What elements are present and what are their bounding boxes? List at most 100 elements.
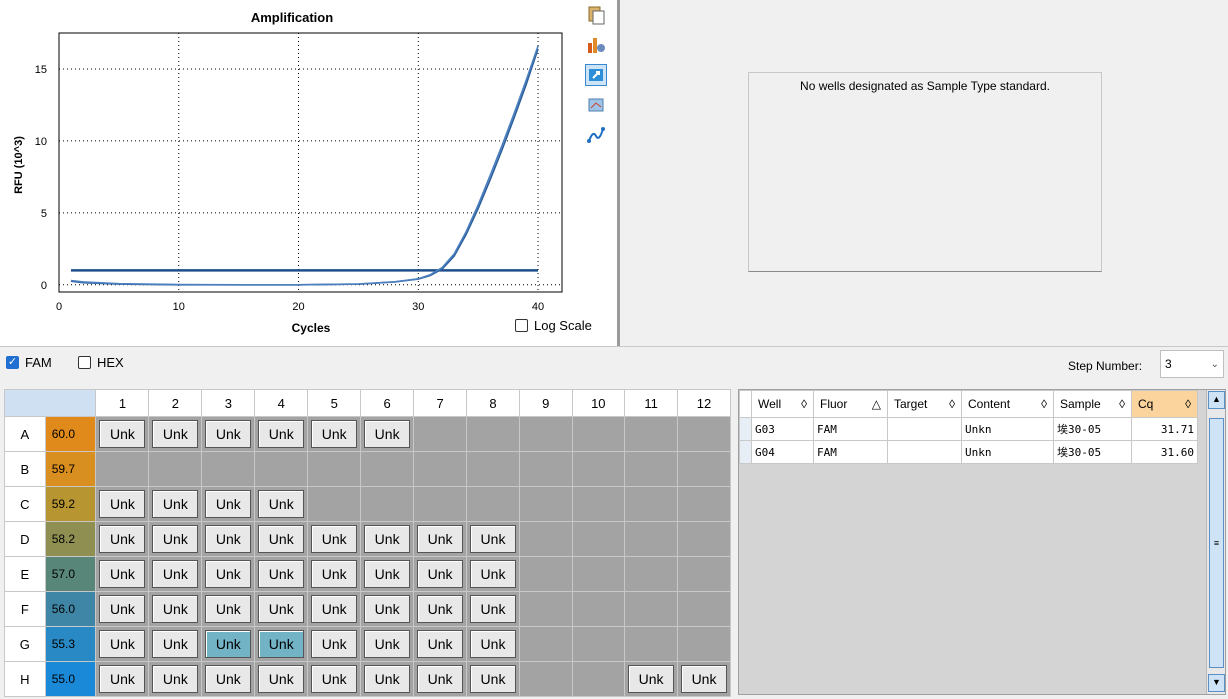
plate-well[interactable]: Unk [148, 626, 203, 662]
well-content[interactable]: Unk [99, 595, 146, 623]
plate-well[interactable]: Unk [254, 486, 309, 522]
fluor-hex-checkbox[interactable]: HEX [78, 355, 124, 370]
plate-well[interactable] [571, 591, 626, 627]
plate-well[interactable]: Unk [254, 661, 309, 697]
plate-well[interactable] [413, 451, 468, 487]
plate-well[interactable]: Unk [307, 661, 362, 697]
plate-row-header[interactable]: C [4, 486, 46, 522]
well-content[interactable]: Unk [311, 595, 358, 623]
plate-well[interactable]: Unk [307, 416, 362, 452]
well-content[interactable]: Unk [311, 665, 358, 693]
plate-column-header[interactable]: 9 [518, 389, 573, 417]
plate-well[interactable] [518, 486, 573, 522]
well-content[interactable]: Unk [99, 665, 146, 693]
plate-well[interactable] [413, 486, 468, 522]
well-content[interactable]: Unk [258, 490, 305, 518]
well-content[interactable]: Unk [470, 595, 516, 623]
well-content[interactable]: Unk [205, 630, 252, 658]
plate-well[interactable] [518, 591, 573, 627]
plate-row-header[interactable]: H [4, 661, 46, 697]
plate-well[interactable]: Unk [95, 626, 150, 662]
plate-well[interactable] [466, 451, 520, 487]
plate-well[interactable]: Unk [148, 556, 203, 592]
plate-well[interactable] [677, 451, 731, 487]
plate-well[interactable] [571, 486, 626, 522]
plate-well[interactable]: Unk [95, 416, 150, 452]
plate-column-header[interactable]: 10 [571, 389, 626, 417]
plate-well[interactable] [624, 626, 679, 662]
log-scale-checkbox[interactable]: Log Scale [515, 318, 592, 333]
well-content[interactable]: Unk [470, 630, 516, 658]
well-content[interactable]: Unk [417, 525, 464, 553]
plate-well[interactable] [677, 626, 731, 662]
plate-well[interactable] [518, 556, 573, 592]
plate-well[interactable] [307, 486, 362, 522]
well-content[interactable]: Unk [258, 595, 305, 623]
plate-well[interactable]: Unk [148, 591, 203, 627]
plate-well[interactable]: Unk [254, 556, 309, 592]
well-content[interactable]: Unk [681, 665, 728, 693]
well-content[interactable]: Unk [99, 525, 146, 553]
plate-well[interactable] [624, 521, 679, 557]
plate-well[interactable]: Unk [466, 661, 520, 697]
plate-row-header[interactable]: F [4, 591, 46, 627]
plate-well[interactable] [413, 416, 468, 452]
plate-well[interactable]: Unk [201, 416, 256, 452]
plate-well[interactable]: Unk [466, 556, 520, 592]
well-content[interactable]: Unk [258, 560, 305, 588]
well-content[interactable]: Unk [258, 420, 305, 448]
plate-well[interactable]: Unk [148, 486, 203, 522]
plate-column-header[interactable]: 7 [413, 389, 468, 417]
plate-well[interactable] [677, 486, 731, 522]
plate-well[interactable]: Unk [677, 661, 731, 697]
plate-well[interactable] [624, 486, 679, 522]
well-content[interactable]: Unk [99, 560, 146, 588]
well-content[interactable]: Unk [364, 560, 411, 588]
well-content[interactable]: Unk [417, 560, 464, 588]
column-header-content[interactable]: Content ◊ [961, 390, 1054, 418]
zoom-chart-icon[interactable] [585, 94, 607, 116]
plate-well[interactable]: Unk [360, 521, 415, 557]
well-content[interactable]: Unk [152, 595, 199, 623]
plate-row-header[interactable]: D [4, 521, 46, 557]
well-content[interactable]: Unk [205, 420, 252, 448]
plate-well[interactable]: Unk [413, 661, 468, 697]
well-content[interactable]: Unk [99, 420, 146, 448]
plate-well[interactable]: Unk [95, 661, 150, 697]
well-content[interactable]: Unk [99, 490, 146, 518]
plate-well[interactable] [571, 416, 626, 452]
well-content[interactable]: Unk [364, 665, 411, 693]
column-header-target[interactable]: Target ◊ [887, 390, 962, 418]
well-content[interactable]: Unk [152, 665, 199, 693]
well-content[interactable]: Unk [417, 630, 464, 658]
plate-well[interactable] [518, 521, 573, 557]
plate-column-header[interactable]: 4 [254, 389, 309, 417]
well-content[interactable]: Unk [364, 525, 411, 553]
row-selector[interactable] [739, 417, 752, 441]
well-content[interactable]: Unk [417, 595, 464, 623]
plate-row-header[interactable]: A [4, 416, 46, 452]
column-header-cq[interactable]: Cq ◊ [1131, 390, 1198, 418]
well-content[interactable]: Unk [311, 630, 358, 658]
well-content[interactable]: Unk [205, 560, 252, 588]
plate-well[interactable]: Unk [95, 486, 150, 522]
plate-well[interactable] [624, 416, 679, 452]
plate-column-header[interactable]: 3 [201, 389, 256, 417]
plate-well[interactable]: Unk [95, 521, 150, 557]
plate-well[interactable]: Unk [201, 486, 256, 522]
plate-well[interactable]: Unk [360, 591, 415, 627]
plate-well[interactable] [518, 451, 573, 487]
plate-well[interactable] [624, 591, 679, 627]
well-content[interactable]: Unk [628, 665, 675, 693]
plate-column-header[interactable]: 12 [677, 389, 731, 417]
well-content[interactable]: Unk [205, 595, 252, 623]
well-content[interactable]: Unk [258, 630, 305, 658]
sort-icon[interactable]: ◊ [1119, 397, 1125, 411]
plate-well[interactable] [571, 626, 626, 662]
plate-well[interactable]: Unk [95, 556, 150, 592]
plate-well[interactable]: Unk [466, 626, 520, 662]
plate-well[interactable] [307, 451, 362, 487]
plate-well[interactable]: Unk [148, 661, 203, 697]
log-scale-box[interactable] [515, 319, 528, 332]
plate-well[interactable]: Unk [95, 591, 150, 627]
